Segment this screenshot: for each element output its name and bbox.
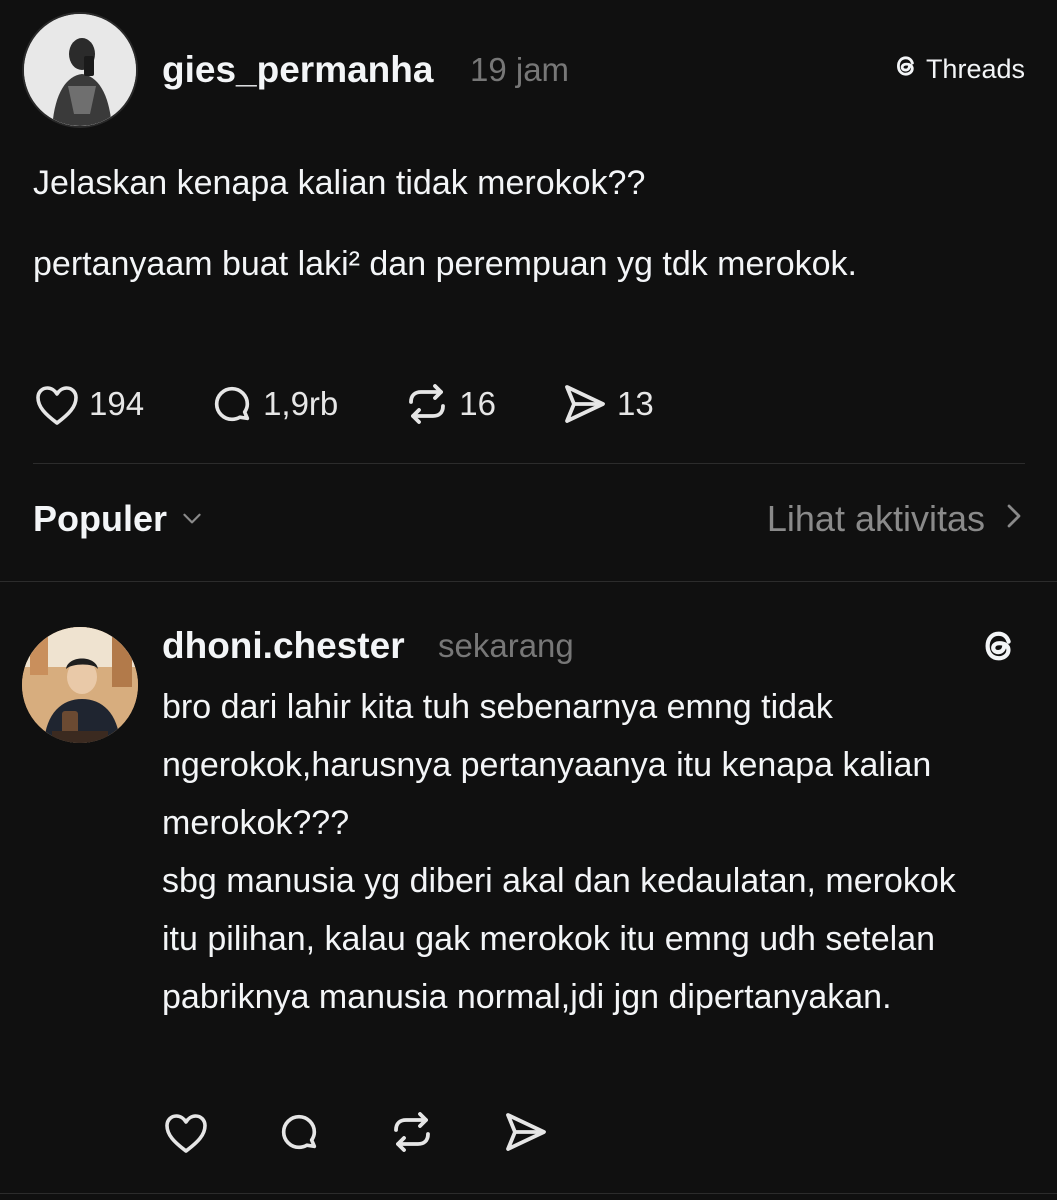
sort-row: Populer Lihat aktivitas (33, 498, 1025, 550)
post-actions: 194 1,9rb 16 13 (33, 380, 654, 428)
reply-actions (162, 1108, 550, 1156)
op-timestamp: 19 jam (470, 51, 570, 88)
post-paragraph-2: pertanyaam buat laki² dan perempuan yg t… (33, 245, 858, 283)
share-button[interactable]: 13 (561, 382, 654, 426)
send-icon (502, 1110, 550, 1154)
reply-divider (0, 1193, 1057, 1194)
reply-paragraph-2: sbg manusia yg diberi akal dan kedaulata… (162, 862, 956, 1016)
threads-source-badge[interactable]: Threads (892, 52, 1025, 86)
reply-count: 1,9rb (263, 385, 339, 422)
reply-repost-button[interactable] (388, 1110, 436, 1154)
heart-icon (33, 382, 81, 426)
reply-button[interactable]: 1,9rb (209, 381, 338, 427)
comment-icon (276, 1109, 322, 1155)
threads-logo-icon (892, 51, 920, 88)
view-activity-link[interactable]: Lihat aktivitas (767, 498, 1025, 540)
repost-icon (388, 1110, 436, 1154)
post-header: gies_permanha 19 jam Threads (22, 12, 1025, 130)
repost-count: 16 (459, 385, 496, 422)
view-activity-label: Lihat aktivitas (766, 498, 985, 539)
reply-timestamp: sekarang (438, 627, 574, 664)
repost-icon (403, 382, 451, 426)
reply-comment-button[interactable] (276, 1109, 322, 1155)
reply-username[interactable]: dhoni.chester (162, 625, 405, 667)
op-username[interactable]: gies_permanha (162, 49, 433, 91)
heart-icon (162, 1110, 210, 1154)
post-paragraph-1: Jelaskan kenapa kalian tidak merokok?? (33, 164, 646, 202)
threads-logo-icon[interactable] (978, 624, 1020, 673)
reply-avatar[interactable] (22, 627, 138, 743)
op-avatar[interactable] (22, 12, 138, 128)
reply-like-button[interactable] (162, 1110, 210, 1154)
sort-dropdown[interactable]: Populer (33, 498, 205, 540)
comment-icon (209, 381, 255, 427)
threads-label: Threads (925, 53, 1025, 84)
like-count: 194 (89, 385, 145, 422)
send-icon (561, 382, 609, 426)
sort-label: Populer (33, 498, 168, 539)
repost-button[interactable]: 16 (403, 382, 496, 426)
share-count: 13 (617, 385, 654, 422)
sort-divider (0, 581, 1057, 582)
like-button[interactable]: 194 (33, 382, 144, 426)
chevron-down-icon (179, 498, 205, 540)
post-divider (33, 463, 1025, 464)
reply-share-button[interactable] (502, 1110, 550, 1154)
reply-paragraph-1: bro dari lahir kita tuh sebenarnya emng … (162, 688, 932, 842)
chevron-right-icon (1003, 498, 1025, 540)
